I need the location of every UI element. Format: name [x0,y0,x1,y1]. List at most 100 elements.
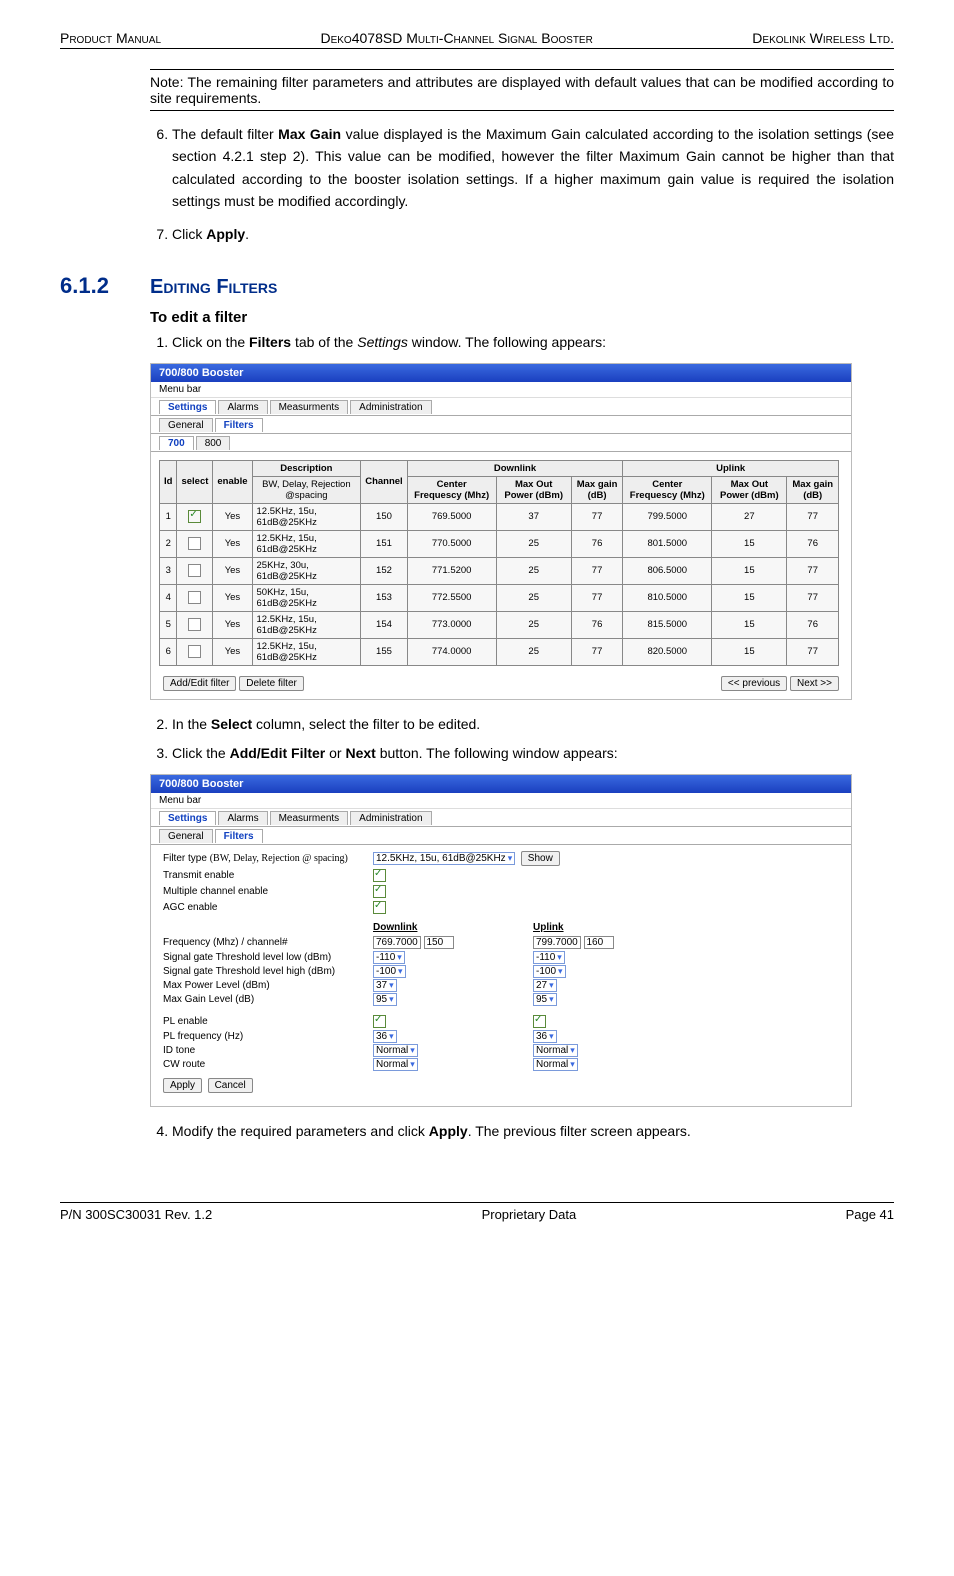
table-row: 6Yes12.5KHz, 15u, 61dB@25KHz155774.00002… [160,638,839,665]
pl-freq-label: PL frequency (Hz) [163,1031,373,1042]
max-gain-ul-select[interactable]: 95▾ [533,993,557,1006]
pl-freq-dl-select[interactable]: 36▾ [373,1030,397,1043]
freq-dl-input[interactable]: 769.7000 [373,936,421,949]
col-ul-pwr: Max Out Power (dBm) [712,476,787,503]
menubar-label: Menu bar [151,382,851,398]
subtab-general-2[interactable]: General [159,829,213,843]
channel-ul-input[interactable]: 160 [584,936,614,949]
transmit-enable-checkbox[interactable] [373,869,386,882]
col-dl-freq: Center Frequescy (Mhz) [407,476,496,503]
page-header: Product Manual Deko4078SD Multi-Channel … [60,30,894,49]
header-left: Product Manual [60,30,161,46]
max-gain-dl-select[interactable]: 95▾ [373,993,397,1006]
col-select: select [177,460,213,503]
pl-enable-ul-checkbox[interactable] [533,1015,546,1028]
tab-measurements-2[interactable]: Measurments [270,811,349,825]
tab-settings-2[interactable]: Settings [159,811,216,825]
window-title-2: 700/800 Booster [151,775,851,793]
col-downlink: Downlink [407,460,623,476]
cw-route-dl-select[interactable]: Normal▾ [373,1058,418,1071]
agc-enable-checkbox[interactable] [373,901,386,914]
max-power-dl-select[interactable]: 37▾ [373,979,397,992]
previous-button[interactable]: << previous [721,676,787,691]
col-dl-gain: Max gain (dB) [571,476,623,503]
select-checkbox[interactable] [188,591,201,604]
footer-center: Proprietary Data [482,1207,577,1222]
footer-left: P/N 300SC30031 Rev. 1.2 [60,1207,212,1222]
subtab-filters-2[interactable]: Filters [215,829,263,843]
id-tone-label: ID tone [163,1045,373,1056]
footer-right: Page 41 [846,1207,894,1222]
select-checkbox[interactable] [188,564,201,577]
bandtab-700[interactable]: 700 [159,436,194,450]
pl-freq-ul-select[interactable]: 36▾ [533,1030,557,1043]
sg-low-ul-select[interactable]: -110▾ [533,951,565,964]
add-edit-filter-button[interactable]: Add/Edit filter [163,676,236,691]
pl-enable-label: PL enable [163,1016,373,1027]
show-button[interactable]: Show [521,851,560,866]
frequency-label: Frequency (Mhz) / channel# [163,937,373,948]
window-title: 700/800 Booster [151,364,851,382]
col-dl-pwr: Max Out Power (dBm) [496,476,571,503]
apply-button[interactable]: Apply [163,1078,202,1093]
select-checkbox[interactable] [188,537,201,550]
multi-channel-checkbox[interactable] [373,885,386,898]
substep-2: In the Select column, select the filter … [172,714,894,735]
screenshot-filter-form: 700/800 Booster Menu bar Settings Alarms… [150,774,852,1107]
tab-measurements[interactable]: Measurments [270,400,349,414]
sg-low-dl-select[interactable]: -110▾ [373,951,405,964]
filter-type-select[interactable]: 12.5KHz, 15u, 61dB@25KHz▾ [373,852,515,865]
id-tone-dl-select[interactable]: Normal▾ [373,1044,418,1057]
pl-enable-dl-checkbox[interactable] [373,1015,386,1028]
max-power-ul-select[interactable]: 27▾ [533,979,557,992]
page-footer: P/N 300SC30031 Rev. 1.2 Proprietary Data… [60,1202,894,1222]
id-tone-ul-select[interactable]: Normal▾ [533,1044,578,1057]
tab-administration-2[interactable]: Administration [350,811,431,825]
bandtab-800[interactable]: 800 [196,436,231,450]
note-box: Note: The remaining filter parameters an… [150,69,894,111]
step7-bold: Apply [206,226,245,242]
substep-3: Click the Add/Edit Filter or Next button… [172,743,894,764]
cancel-button[interactable]: Cancel [208,1078,253,1093]
step-7: Click Apply. [172,223,894,245]
multi-channel-label: Multiple channel enable [163,886,373,897]
tab-settings[interactable]: Settings [159,400,216,414]
subtab-filters[interactable]: Filters [215,418,263,432]
channel-dl-input[interactable]: 150 [424,936,454,949]
transmit-enable-label: Transmit enable [163,870,373,881]
step-6: The default filter Max Gain value displa… [172,123,894,213]
screenshot-filters-table: 700/800 Booster Menu bar Settings Alarms… [150,363,852,700]
filters-table: Id select enable Description Channel Dow… [159,460,839,666]
next-button[interactable]: Next >> [790,676,839,691]
sg-high-label: Signal gate Threshold level high (dBm) [163,966,373,977]
agc-enable-label: AGC enable [163,902,373,913]
col-description: Description [252,460,361,476]
delete-filter-button[interactable]: Delete filter [239,676,304,691]
max-gain-label: Max Gain Level (dB) [163,994,373,1005]
header-right: Dekolink Wireless Ltd. [752,30,894,46]
filter-type-label: Filter type [163,853,207,864]
section-number: 6.1.2 [60,273,150,299]
menubar-label-2: Menu bar [151,793,851,809]
col-id: Id [160,460,177,503]
cw-route-ul-select[interactable]: Normal▾ [533,1058,578,1071]
table-row: 4Yes50KHz, 15u, 61dB@25KHz153772.5500257… [160,584,839,611]
col-ul-gain: Max gain (dB) [787,476,839,503]
tab-administration[interactable]: Administration [350,400,431,414]
table-row: 5Yes12.5KHz, 15u, 61dB@25KHz154773.00002… [160,611,839,638]
downlink-header: Downlink [373,922,533,933]
subtab-general[interactable]: General [159,418,213,432]
select-checkbox[interactable] [188,645,201,658]
select-checkbox[interactable] [188,618,201,631]
uplink-header: Uplink [533,922,693,933]
sg-low-label: Signal gate Threshold level low (dBm) [163,952,373,963]
tab-alarms[interactable]: Alarms [218,400,267,414]
sg-high-ul-select[interactable]: -100▾ [533,965,566,978]
select-checkbox[interactable] [188,510,201,523]
sg-high-dl-select[interactable]: -100▾ [373,965,406,978]
tab-alarms-2[interactable]: Alarms [218,811,267,825]
col-enable: enable [213,460,252,503]
cw-route-label: CW route [163,1059,373,1070]
col-uplink: Uplink [623,460,839,476]
freq-ul-input[interactable]: 799.7000 [533,936,581,949]
